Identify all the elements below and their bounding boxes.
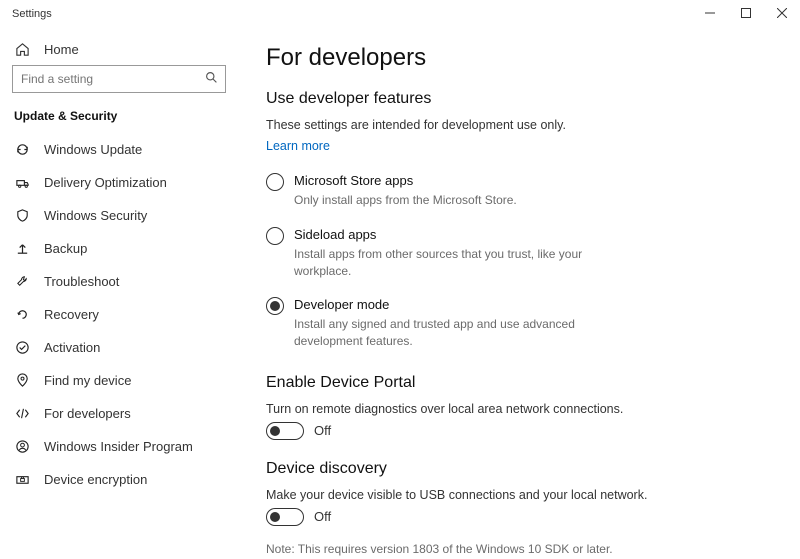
device-discovery-title: Device discovery [266,460,772,478]
search-icon [205,71,218,87]
radio-label: Sideload apps [294,227,772,242]
check-circle-icon [14,340,30,355]
radio-microsoft-store[interactable] [266,173,284,191]
device-portal-title: Enable Device Portal [266,374,772,392]
code-icon [14,406,30,421]
close-button[interactable] [764,0,800,26]
sidebar-item-activation[interactable]: Activation [0,331,238,364]
sidebar-item-windows-update[interactable]: Windows Update [0,133,238,166]
location-icon [14,373,30,388]
sidebar-item-label: Find my device [44,373,131,388]
maximize-button[interactable] [728,0,764,26]
shield-icon [14,208,30,223]
device-portal-state: Off [314,423,331,438]
sidebar-item-device-encryption[interactable]: Device encryption [0,463,238,496]
page-title: For developers [266,44,772,72]
device-portal-toggle[interactable] [266,422,304,440]
sidebar-item-windows-security[interactable]: Windows Security [0,199,238,232]
sidebar-item-find-my-device[interactable]: Find my device [0,364,238,397]
sidebar-item-for-developers[interactable]: For developers [0,397,238,430]
home-label: Home [44,42,79,57]
dev-features-radio-group: Microsoft Store apps Only install apps f… [266,173,772,350]
sidebar-item-label: Device encryption [44,472,147,487]
sidebar-item-backup[interactable]: Backup [0,232,238,265]
sidebar-item-label: Windows Update [44,142,142,157]
device-discovery-toggle[interactable] [266,508,304,526]
radio-sideload[interactable] [266,227,284,245]
drive-lock-icon [14,472,30,487]
device-discovery-description: Make your device visible to USB connecti… [266,488,772,502]
minimize-button[interactable] [692,0,728,26]
sidebar-item-label: Activation [44,340,100,355]
sync-icon [14,142,30,157]
radio-developer-mode[interactable] [266,297,284,315]
sidebar-item-troubleshoot[interactable]: Troubleshoot [0,265,238,298]
dev-features-title: Use developer features [266,90,772,108]
sidebar-category-header: Update & Security [0,103,238,133]
device-portal-description: Turn on remote diagnostics over local ar… [266,402,772,416]
delivery-icon [14,175,30,190]
sidebar-item-label: Delivery Optimization [44,175,167,190]
device-discovery-state: Off [314,509,331,524]
wrench-icon [14,274,30,289]
sidebar: Home Update & Security Windows Update De… [0,28,238,559]
dev-features-description: These settings are intended for developm… [266,118,772,132]
device-discovery-note: Note: This requires version 1803 of the … [266,542,772,556]
sidebar-item-label: Backup [44,241,87,256]
radio-sublabel: Install any signed and trusted app and u… [294,316,634,350]
insider-icon [14,439,30,454]
search-input[interactable] [12,65,226,93]
sidebar-item-delivery-optimization[interactable]: Delivery Optimization [0,166,238,199]
sidebar-item-recovery[interactable]: Recovery [0,298,238,331]
radio-sublabel: Install apps from other sources that you… [294,246,634,280]
home-icon [14,42,30,57]
sidebar-item-label: Troubleshoot [44,274,119,289]
window-title: Settings [12,8,52,20]
sidebar-item-home[interactable]: Home [0,34,238,65]
recovery-icon [14,307,30,322]
sidebar-item-label: Windows Security [44,208,147,223]
sidebar-item-label: For developers [44,406,131,421]
backup-icon [14,241,30,256]
main-panel: For developers Use developer features Th… [238,28,800,559]
radio-label: Developer mode [294,297,772,312]
radio-label: Microsoft Store apps [294,173,772,188]
learn-more-link[interactable]: Learn more [266,139,330,153]
radio-sublabel: Only install apps from the Microsoft Sto… [294,192,634,209]
window-controls [692,0,800,26]
sidebar-item-label: Windows Insider Program [44,439,193,454]
sidebar-item-windows-insider[interactable]: Windows Insider Program [0,430,238,463]
sidebar-item-label: Recovery [44,307,99,322]
